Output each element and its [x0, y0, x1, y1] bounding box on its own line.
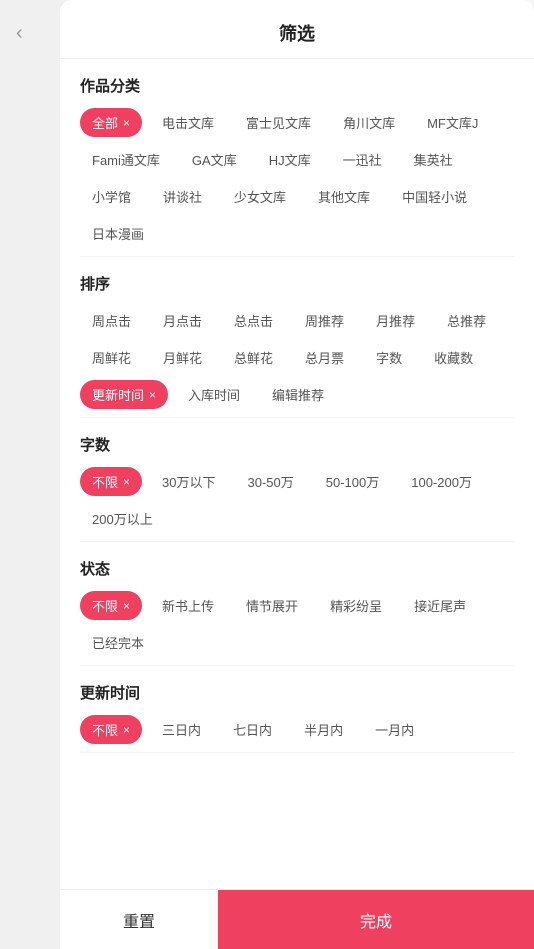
tag-updatetime-3[interactable]: 半月内 [292, 715, 355, 744]
tag-category-11[interactable]: 讲谈社 [151, 182, 214, 211]
tag-category-14[interactable]: 中国轻小说 [390, 182, 479, 211]
tag-category-9[interactable]: 集英社 [402, 145, 465, 174]
reset-button[interactable]: 重置 [60, 890, 218, 949]
tags-wrap-wordcount: 不限× 30万以下 30-50万 50-100万 100-200万 200万以上 [80, 467, 514, 533]
tag-status-5[interactable]: 已经完本 [80, 628, 156, 657]
section-title-status: 状态 [80, 558, 514, 579]
section-category: 作品分类全部× 电击文库富士见文库角川文库 MF文库J Fami通文库 GA文库 HJ文库… [80, 59, 514, 257]
tag-sort-5[interactable]: 总推荐 [435, 306, 498, 335]
tag-category-10[interactable]: 小学馆 [80, 182, 143, 211]
tag-sort-3[interactable]: 周推荐 [293, 306, 356, 335]
section-sort: 排序周点击月点击总点击周推荐月推荐总推荐周鲜花月鲜花总鲜花总月票字数收藏数更新时… [80, 257, 514, 418]
tag-updatetime-1[interactable]: 三日内 [150, 715, 213, 744]
tag-status-0[interactable]: 不限× [80, 591, 142, 620]
tag-sort-14[interactable]: 编辑推荐 [260, 380, 336, 409]
tag-category-6[interactable]: GA文库 [180, 145, 249, 174]
filter-panel: 筛选 作品分类全部× 电击文库富士见文库角川文库 MF文库J Fami通文库 GA文库 H… [60, 0, 534, 949]
tag-sort-0[interactable]: 周点击 [80, 306, 143, 335]
tag-status-1[interactable]: 新书上传 [150, 591, 226, 620]
tag-status-4[interactable]: 接近尾声 [402, 591, 478, 620]
tag-wordcount-2[interactable]: 30-50万 [236, 467, 306, 496]
tag-sort-12[interactable]: 更新时间× [80, 380, 168, 409]
tags-wrap-updatetime: 不限× 三日内七日内半月内一月内 [80, 715, 514, 744]
tag-wordcount-0[interactable]: 不限× [80, 467, 142, 496]
tag-category-12[interactable]: 少女文库 [222, 182, 298, 211]
close-icon: × [123, 599, 130, 613]
tag-status-3[interactable]: 精彩纷呈 [318, 591, 394, 620]
tag-sort-1[interactable]: 月点击 [151, 306, 214, 335]
tag-category-7[interactable]: HJ文库 [257, 145, 323, 174]
panel-header: 筛选 [60, 0, 534, 59]
tags-wrap-status: 不限× 新书上传情节展开精彩纷呈接近尾声已经完本 [80, 591, 514, 657]
tag-sort-13[interactable]: 入库时间 [176, 380, 252, 409]
tag-status-2[interactable]: 情节展开 [234, 591, 310, 620]
close-icon: × [123, 475, 130, 489]
background-panel [0, 0, 65, 949]
confirm-button[interactable]: 完成 [218, 890, 534, 949]
close-icon: × [123, 116, 130, 130]
tag-wordcount-3[interactable]: 50-100万 [314, 467, 391, 496]
section-status: 状态不限× 新书上传情节展开精彩纷呈接近尾声已经完本 [80, 542, 514, 666]
tag-sort-2[interactable]: 总点击 [222, 306, 285, 335]
tag-sort-4[interactable]: 月推荐 [364, 306, 427, 335]
close-icon: × [149, 388, 156, 402]
tag-updatetime-2[interactable]: 七日内 [221, 715, 284, 744]
tag-wordcount-5[interactable]: 200万以上 [80, 504, 165, 533]
tags-wrap-sort: 周点击月点击总点击周推荐月推荐总推荐周鲜花月鲜花总鲜花总月票字数收藏数更新时间×… [80, 306, 514, 409]
tag-sort-9[interactable]: 总月票 [293, 343, 356, 372]
section-updatetime: 更新时间不限× 三日内七日内半月内一月内 [80, 666, 514, 753]
tag-sort-11[interactable]: 收藏数 [422, 343, 485, 372]
tag-category-1[interactable]: 电击文库 [150, 108, 226, 137]
tag-sort-10[interactable]: 字数 [364, 343, 414, 372]
footer: 重置 完成 [60, 889, 534, 949]
tags-wrap-category: 全部× 电击文库富士见文库角川文库 MF文库J Fami通文库 GA文库 HJ文库一迅社集… [80, 108, 514, 248]
back-button[interactable]: ‹ [16, 22, 23, 45]
section-title-wordcount: 字数 [80, 434, 514, 455]
section-title-sort: 排序 [80, 273, 514, 294]
tag-updatetime-0[interactable]: 不限× [80, 715, 142, 744]
panel-title: 筛选 [279, 24, 315, 44]
tag-category-13[interactable]: 其他文库 [306, 182, 382, 211]
tag-category-4[interactable]: MF文库J [415, 108, 490, 137]
tag-wordcount-4[interactable]: 100-200万 [399, 467, 484, 496]
scroll-content: 作品分类全部× 电击文库富士见文库角川文库 MF文库J Fami通文库 GA文库 HJ文库… [60, 59, 534, 889]
tag-updatetime-4[interactable]: 一月内 [363, 715, 426, 744]
tag-category-2[interactable]: 富士见文库 [234, 108, 323, 137]
tag-wordcount-1[interactable]: 30万以下 [150, 467, 227, 496]
tag-category-5[interactable]: Fami通文库 [80, 145, 172, 174]
tag-category-15[interactable]: 日本漫画 [80, 219, 156, 248]
close-icon: × [123, 723, 130, 737]
section-title-updatetime: 更新时间 [80, 682, 514, 703]
tag-category-8[interactable]: 一迅社 [331, 145, 394, 174]
tag-category-3[interactable]: 角川文库 [331, 108, 407, 137]
tag-sort-8[interactable]: 总鲜花 [222, 343, 285, 372]
section-wordcount: 字数不限× 30万以下 30-50万 50-100万 100-200万 200万以上 [80, 418, 514, 542]
section-title-category: 作品分类 [80, 75, 514, 96]
tag-category-0[interactable]: 全部× [80, 108, 142, 137]
tag-sort-7[interactable]: 月鲜花 [151, 343, 214, 372]
tag-sort-6[interactable]: 周鲜花 [80, 343, 143, 372]
